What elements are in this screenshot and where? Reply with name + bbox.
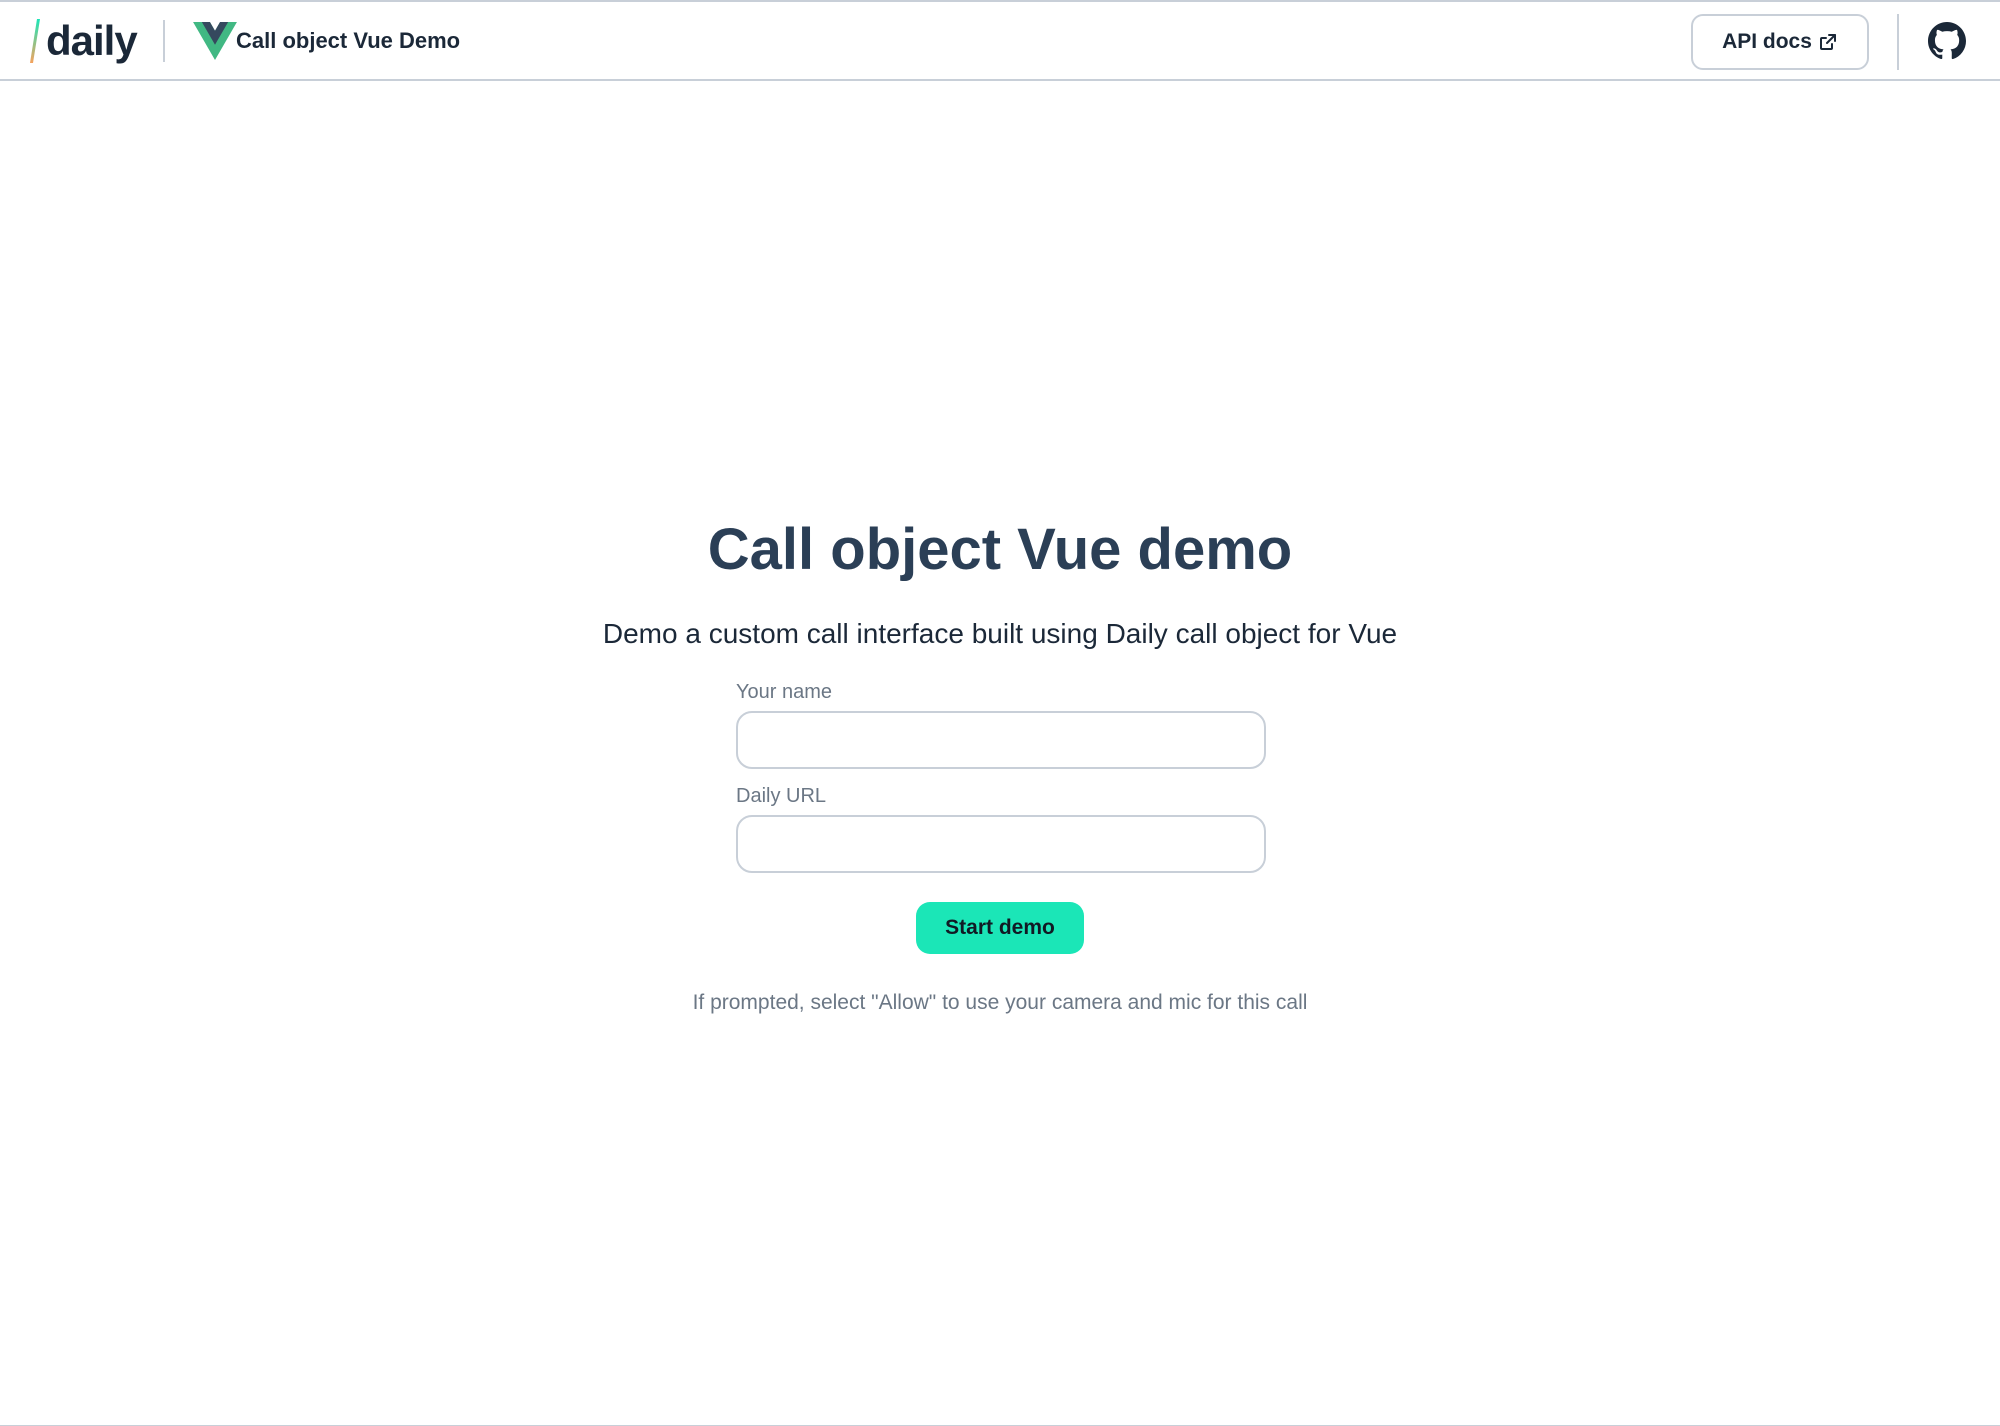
permission-note: If prompted, select "Allow" to use your … [692,991,1308,1014]
daily-url-input[interactable] [736,815,1266,873]
daily-url-label: Daily URL [736,785,827,807]
header-divider [163,20,165,62]
page-title: Call object Vue demo [707,517,1293,582]
vue-logo-icon [193,22,237,60]
page: daily Call object Vue Demo API docs Call… [0,0,2000,1426]
top-navbar: daily Call object Vue Demo API docs [0,2,2000,81]
header-divider [1897,14,1899,70]
api-docs-label: API docs [1722,30,1812,53]
page-subtitle: Demo a custom call interface built using… [602,618,1398,649]
daily-logo[interactable]: daily [30,17,138,64]
api-docs-button[interactable]: API docs [1691,14,1869,70]
app-title: Call object Vue Demo [236,28,461,53]
github-icon[interactable] [1928,22,1966,60]
logo-slash-icon [30,19,40,63]
logo-text: daily [46,17,138,64]
name-input[interactable] [736,711,1266,769]
external-link-icon [1819,34,1836,50]
start-demo-button[interactable]: Start demo [916,902,1084,954]
name-label: Your name [736,681,832,703]
